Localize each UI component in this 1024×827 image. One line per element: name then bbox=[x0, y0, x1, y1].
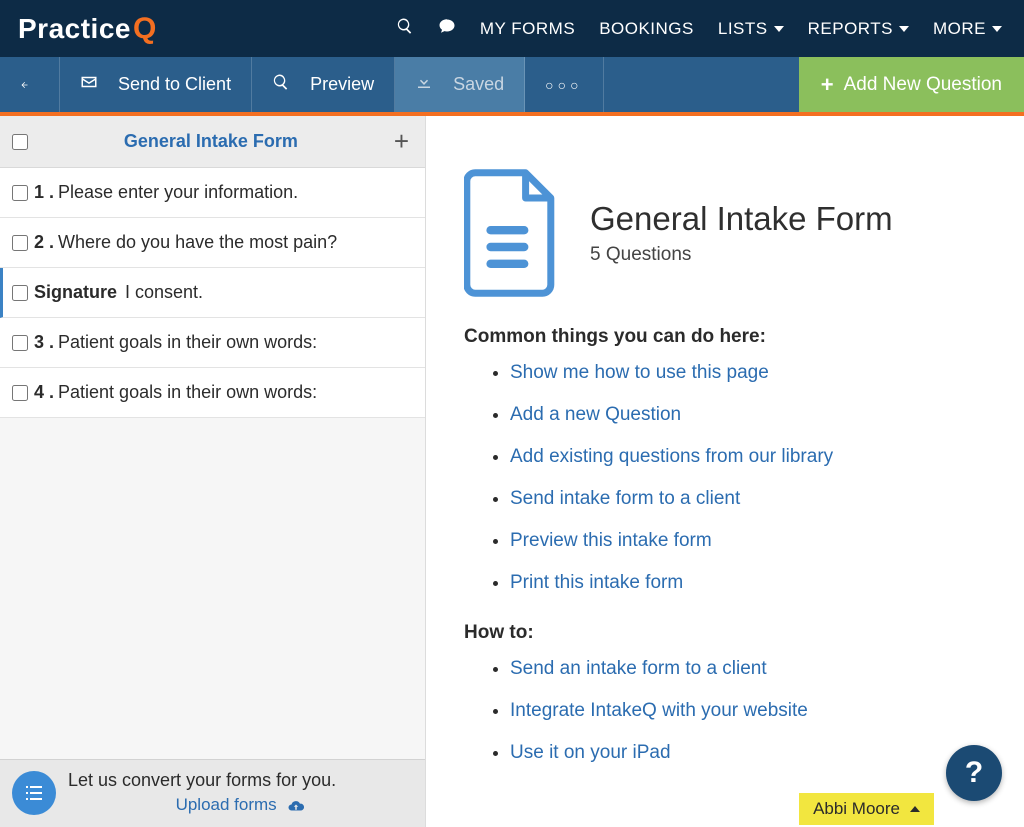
more-actions-button[interactable]: ○○○ bbox=[525, 57, 603, 112]
magnifier-icon bbox=[272, 73, 300, 96]
common-action-item: Print this intake form bbox=[510, 572, 986, 594]
common-action-link[interactable]: Preview this intake form bbox=[510, 530, 712, 551]
question-count: 5 Questions bbox=[590, 244, 893, 266]
howto-heading: How to: bbox=[464, 622, 986, 644]
preview-label: Preview bbox=[310, 74, 374, 95]
select-all-checkbox[interactable] bbox=[12, 134, 28, 150]
form-detail-pane: General Intake Form 5 Questions Common t… bbox=[426, 116, 1024, 827]
nav-item-more[interactable]: MORE bbox=[921, 19, 1014, 39]
howto-link[interactable]: Use it on your iPad bbox=[510, 742, 671, 763]
search-icon[interactable] bbox=[384, 17, 426, 40]
question-row[interactable]: 3 . Patient goals in their own words: bbox=[0, 318, 425, 368]
common-action-link[interactable]: Print this intake form bbox=[510, 572, 683, 593]
question-number: 3 . bbox=[34, 332, 54, 353]
common-action-link[interactable]: Add a new Question bbox=[510, 404, 681, 425]
common-actions-heading: Common things you can do here: bbox=[464, 326, 986, 348]
brand-accent-letter: Q bbox=[133, 12, 157, 46]
add-question-icon[interactable]: + bbox=[390, 126, 413, 157]
promo-text: Let us convert your forms for you. bbox=[68, 770, 413, 791]
editor-toolbar: Send to Client Preview Saved ○○○ + Add N… bbox=[0, 57, 1024, 116]
question-checkbox[interactable] bbox=[12, 335, 28, 351]
saved-label: Saved bbox=[453, 74, 504, 95]
howto-item: Use it on your iPad bbox=[510, 742, 986, 764]
back-button[interactable] bbox=[0, 57, 60, 112]
common-action-item: Send intake form to a client bbox=[510, 488, 986, 510]
user-name: Abbi Moore bbox=[813, 799, 900, 819]
common-action-item: Preview this intake form bbox=[510, 530, 986, 552]
convert-forms-promo: Let us convert your forms for you. Uploa… bbox=[0, 759, 425, 827]
download-icon bbox=[415, 73, 443, 96]
envelope-icon bbox=[80, 73, 108, 96]
checklist-icon bbox=[12, 771, 56, 815]
question-list-pane: General Intake Form + 1 . Please enter y… bbox=[0, 116, 426, 827]
form-header-row: General Intake Form + bbox=[0, 116, 425, 168]
upload-forms-link[interactable]: Upload forms bbox=[68, 795, 413, 815]
question-number: 2 . bbox=[34, 232, 54, 253]
howto-link[interactable]: Integrate IntakeQ with your website bbox=[510, 700, 808, 721]
brand-name: Practice bbox=[18, 13, 131, 45]
document-icon bbox=[464, 168, 562, 298]
plus-icon: + bbox=[821, 72, 834, 98]
caret-down-icon bbox=[899, 26, 909, 32]
messages-icon[interactable] bbox=[426, 17, 468, 40]
howto-item: Integrate IntakeQ with your website bbox=[510, 700, 986, 722]
question-text: Please enter your information. bbox=[58, 182, 298, 203]
question-checkbox[interactable] bbox=[12, 385, 28, 401]
howto-item: Send an intake form to a client bbox=[510, 658, 986, 680]
question-row[interactable]: 4 . Patient goals in their own words: bbox=[0, 368, 425, 418]
add-new-question-button[interactable]: + Add New Question bbox=[799, 57, 1024, 112]
question-checkbox[interactable] bbox=[12, 285, 28, 301]
question-text: Where do you have the most pain? bbox=[58, 232, 337, 253]
signature-label: Signature bbox=[34, 282, 117, 303]
top-nav: PracticeQ MY FORMSBOOKINGSLISTSREPORTSMO… bbox=[0, 0, 1024, 57]
form-title-link[interactable]: General Intake Form bbox=[32, 131, 390, 152]
brand-logo[interactable]: PracticeQ bbox=[18, 12, 157, 46]
user-menu-chip[interactable]: Abbi Moore bbox=[799, 793, 934, 825]
saved-indicator: Saved bbox=[395, 57, 525, 112]
send-to-client-button[interactable]: Send to Client bbox=[60, 57, 252, 112]
nav-item-reports[interactable]: REPORTS bbox=[796, 19, 921, 39]
common-action-link[interactable]: Add existing questions from our library bbox=[510, 446, 833, 467]
common-action-link[interactable]: Show me how to use this page bbox=[510, 362, 769, 383]
common-action-link[interactable]: Send intake form to a client bbox=[510, 488, 740, 509]
question-number: 4 . bbox=[34, 382, 54, 403]
help-button[interactable]: ? bbox=[946, 745, 1002, 801]
question-checkbox[interactable] bbox=[12, 185, 28, 201]
cloud-upload-icon bbox=[287, 795, 305, 814]
add-new-question-label: Add New Question bbox=[844, 74, 1002, 96]
preview-button[interactable]: Preview bbox=[252, 57, 395, 112]
caret-down-icon bbox=[992, 26, 1002, 32]
question-number: 1 . bbox=[34, 182, 54, 203]
question-text: I consent. bbox=[125, 282, 203, 303]
howto-link[interactable]: Send an intake form to a client bbox=[510, 658, 767, 679]
question-row[interactable]: Signature I consent. bbox=[0, 268, 425, 318]
question-text: Patient goals in their own words: bbox=[58, 382, 317, 403]
common-action-item: Add existing questions from our library bbox=[510, 446, 986, 468]
common-action-item: Add a new Question bbox=[510, 404, 986, 426]
question-row[interactable]: 1 . Please enter your information. bbox=[0, 168, 425, 218]
question-row[interactable]: 2 . Where do you have the most pain? bbox=[0, 218, 425, 268]
question-checkbox[interactable] bbox=[12, 235, 28, 251]
caret-down-icon bbox=[774, 26, 784, 32]
caret-up-icon bbox=[910, 806, 920, 812]
nav-item-bookings[interactable]: BOOKINGS bbox=[587, 19, 706, 39]
common-action-item: Show me how to use this page bbox=[510, 362, 986, 384]
send-to-client-label: Send to Client bbox=[118, 74, 231, 95]
nav-item-my-forms[interactable]: MY FORMS bbox=[468, 19, 587, 39]
page-title: General Intake Form bbox=[590, 200, 893, 238]
nav-item-lists[interactable]: LISTS bbox=[706, 19, 796, 39]
question-text: Patient goals in their own words: bbox=[58, 332, 317, 353]
